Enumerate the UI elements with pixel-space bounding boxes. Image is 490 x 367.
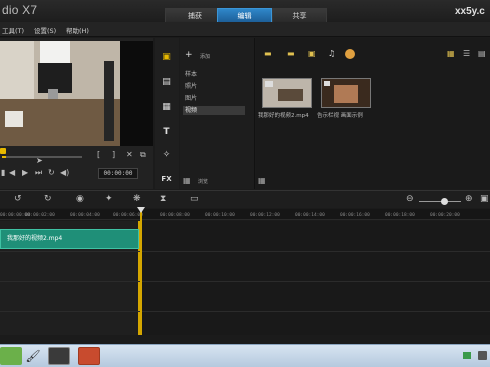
photo-filter-icon[interactable]: ▣	[308, 49, 316, 58]
ruler-tick: 00:00:20:00	[430, 213, 460, 218]
browse-label: 浏览	[198, 179, 209, 185]
folder-icon[interactable]: ▬	[264, 49, 272, 58]
media-thumb-1[interactable]	[262, 78, 312, 108]
app-icon-editor[interactable]	[78, 347, 100, 365]
add-label: 添加	[200, 54, 211, 60]
zoom-slider[interactable]	[419, 201, 461, 202]
undo-icon[interactable]: ↺	[14, 194, 22, 204]
loop-icon[interactable]: ↻	[48, 168, 55, 177]
play-icon[interactable]: ▮	[1, 168, 5, 177]
ruler-tick: 00:00:04:00	[70, 213, 100, 218]
motion-tracking-icon[interactable]: ⧗	[160, 194, 166, 204]
cursor-icon: ➤	[36, 156, 43, 165]
browse-icon[interactable]: ▦	[183, 176, 191, 185]
track-divider	[0, 251, 490, 252]
tray-app-icon[interactable]	[478, 351, 487, 360]
menu-help[interactable]: 帮助(H)	[66, 25, 89, 35]
redo-icon[interactable]: ↻	[44, 194, 52, 204]
start-icon[interactable]	[0, 347, 22, 365]
subtitle-icon[interactable]: ▭	[190, 194, 199, 204]
media-thumb-1-label: 我那好的视频2.mp4	[258, 113, 309, 119]
media-thumb-2[interactable]	[321, 78, 371, 108]
menu-settings[interactable]: 设置(S)	[34, 25, 56, 35]
ruler-tick: 00:00:06:00	[113, 213, 143, 218]
ruler-tick: 00:00:12:00	[250, 213, 280, 218]
app-title: dio X7	[2, 3, 38, 17]
media-icon[interactable]: ▣	[158, 50, 175, 64]
tab-share[interactable]: 共享	[272, 8, 327, 23]
video-preview	[0, 41, 120, 146]
media-thumb-2-label: 告示栏视 画面示例	[317, 113, 363, 119]
ruler-tick: 00:00:08:00	[160, 213, 190, 218]
playhead[interactable]	[140, 209, 142, 335]
video-clip[interactable]: 我那好的视频2.mp4	[0, 229, 139, 249]
details-view-icon[interactable]: ▤	[478, 49, 486, 58]
ruler-tick: 00:00:10:00	[205, 213, 235, 218]
zoom-handle[interactable]	[441, 198, 448, 205]
audio-filter-icon[interactable]: ♫	[328, 49, 335, 58]
library-options-icon[interactable]: ▦	[258, 176, 266, 185]
video-letterbox	[120, 41, 153, 146]
folder-photos[interactable]: 照片	[183, 82, 245, 91]
record-icon[interactable]	[345, 49, 355, 59]
ruler-tick: 00:00:02:00	[25, 213, 55, 218]
zoom-out-icon[interactable]: ⊖	[406, 194, 414, 204]
playhead-handle[interactable]	[137, 207, 145, 213]
timecode[interactable]: 00:00:00	[98, 168, 138, 179]
graphic-icon[interactable]: ✧	[158, 148, 175, 162]
brush-icon[interactable]: 🖌	[22, 347, 44, 365]
forward-icon[interactable]: ▶	[22, 168, 28, 177]
mark-out-icon[interactable]: ]	[112, 150, 115, 159]
thumbnail-view-icon[interactable]: ▦	[447, 49, 455, 58]
video-filter-icon[interactable]: ▬	[287, 49, 295, 58]
add-icon[interactable]: +	[185, 50, 193, 60]
track-divider	[0, 311, 490, 312]
fit-project-icon[interactable]: ▣	[480, 194, 489, 204]
taskbar	[0, 344, 490, 367]
tab-capture[interactable]: 捕获	[165, 8, 225, 23]
list-view-icon[interactable]: ☰	[463, 49, 470, 58]
copy-icon[interactable]: ⧉	[140, 150, 146, 160]
timeline-toolbar	[0, 190, 490, 208]
play-marker[interactable]	[0, 148, 6, 154]
mark-in-icon[interactable]: [	[97, 150, 100, 159]
record-capture-icon[interactable]: ◉	[76, 194, 84, 204]
transition-icon[interactable]: ▦	[158, 100, 175, 114]
watermark-brand: xx5y.c	[455, 6, 485, 17]
app-icon-camera[interactable]	[48, 347, 70, 365]
ruler-tick: 00:00:14:00	[295, 213, 325, 218]
instant-project-icon[interactable]: ▤	[158, 75, 175, 89]
rewind-icon[interactable]: ◀	[9, 168, 15, 177]
end-icon[interactable]: ⏭	[35, 168, 42, 178]
ruler-tick: 00:00:16:00	[340, 213, 370, 218]
fx-icon[interactable]: FX	[158, 172, 175, 186]
folder-videos[interactable]: 视频	[183, 106, 245, 115]
folder-samples[interactable]: 样本	[183, 70, 245, 79]
ruler-tick: 00:00:18:00	[385, 213, 415, 218]
folder-images[interactable]: 图片	[183, 94, 245, 103]
tab-edit[interactable]: 编辑	[217, 8, 272, 23]
scrub-progress	[2, 156, 6, 158]
audio-mixer-icon[interactable]: ✦	[105, 194, 113, 204]
track-divider	[0, 281, 490, 282]
menu-tools[interactable]: 工具(T)	[2, 25, 24, 35]
tray-network-icon[interactable]	[463, 352, 471, 359]
zoom-in-icon[interactable]: ⊕	[465, 194, 473, 204]
split-icon[interactable]: ✕	[126, 150, 133, 159]
title-icon[interactable]: T	[158, 125, 175, 139]
volume-icon[interactable]: ◀)	[60, 168, 69, 177]
auto-music-icon[interactable]: ❋	[133, 194, 141, 204]
